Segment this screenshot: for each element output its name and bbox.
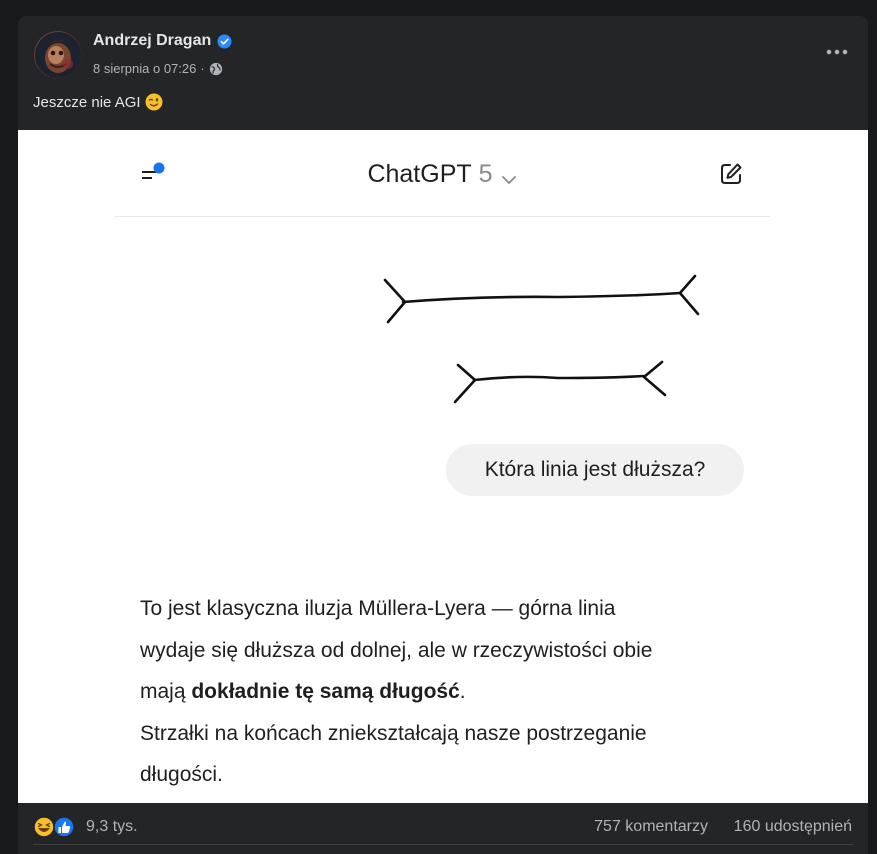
chevron-down-icon	[500, 167, 518, 185]
reactions-count[interactable]: 9,3 tys.	[86, 818, 138, 836]
answer-line: To jest klasyczna iluzja Müllera-Lyera —…	[140, 597, 616, 620]
muller-lyer-drawing	[383, 274, 700, 404]
reactions-bar: 9,3 tys. 757 komentarzy 160 udostępnień	[18, 803, 868, 851]
reaction-icons[interactable]	[33, 816, 79, 838]
assistant-answer: To jest klasyczna iluzja Müllera-Lyera —…	[140, 588, 780, 796]
answer-line: wydaje się dłuższa od dolnej, ale w rzec…	[140, 638, 653, 662]
avatar[interactable]	[34, 31, 82, 79]
page: Andrzej Dragan 8 sierpnia o 07:26 · Jesz…	[0, 0, 877, 854]
answer-line: Strzałki na końcach zniekształcają nasze…	[140, 721, 647, 745]
author-name[interactable]: Andrzej Dragan	[93, 32, 211, 50]
more-options-button[interactable]	[820, 38, 854, 66]
shares-count[interactable]: 160 udostępnień	[734, 818, 852, 836]
chatgpt-header: ChatGPT 5	[115, 130, 770, 217]
answer-text: mają	[140, 680, 192, 703]
verified-badge-icon	[217, 33, 232, 49]
post-timestamp[interactable]: 8 sierpnia o 07:26	[93, 61, 196, 76]
answer-line: mają dokładnie tę samą długość.	[140, 671, 780, 713]
avatar-image	[35, 32, 81, 78]
winking-face-emoji-icon	[145, 93, 163, 111]
answer-text: .	[459, 680, 466, 703]
more-options-icon	[826, 49, 848, 55]
model-version: 5	[478, 160, 493, 188]
chatgpt-title: ChatGPT 5	[115, 160, 770, 189]
post-image[interactable]: ChatGPT 5 Która linia jest dłuższa? To j…	[18, 130, 868, 803]
answer-line: długości.	[140, 763, 223, 786]
post-meta: 8 sierpnia o 07:26 ·	[93, 61, 223, 76]
author-row: Andrzej Dragan	[93, 32, 232, 50]
model-name: ChatGPT	[367, 160, 472, 188]
answer-bold-text: dokładnie tę samą długość	[191, 680, 460, 703]
user-message-bubble: Która linia jest dłuższa?	[446, 444, 744, 496]
meta-separator: ·	[200, 61, 205, 76]
globe-icon[interactable]	[209, 62, 223, 76]
post-text: Jeszcze nie AGI	[33, 93, 163, 111]
divider	[33, 844, 853, 845]
post-card: Andrzej Dragan 8 sierpnia o 07:26 · Jesz…	[18, 16, 868, 854]
post-message: Jeszcze nie AGI	[33, 93, 141, 111]
edit-icon	[718, 161, 744, 187]
comments-count[interactable]: 757 komentarzy	[594, 818, 708, 836]
